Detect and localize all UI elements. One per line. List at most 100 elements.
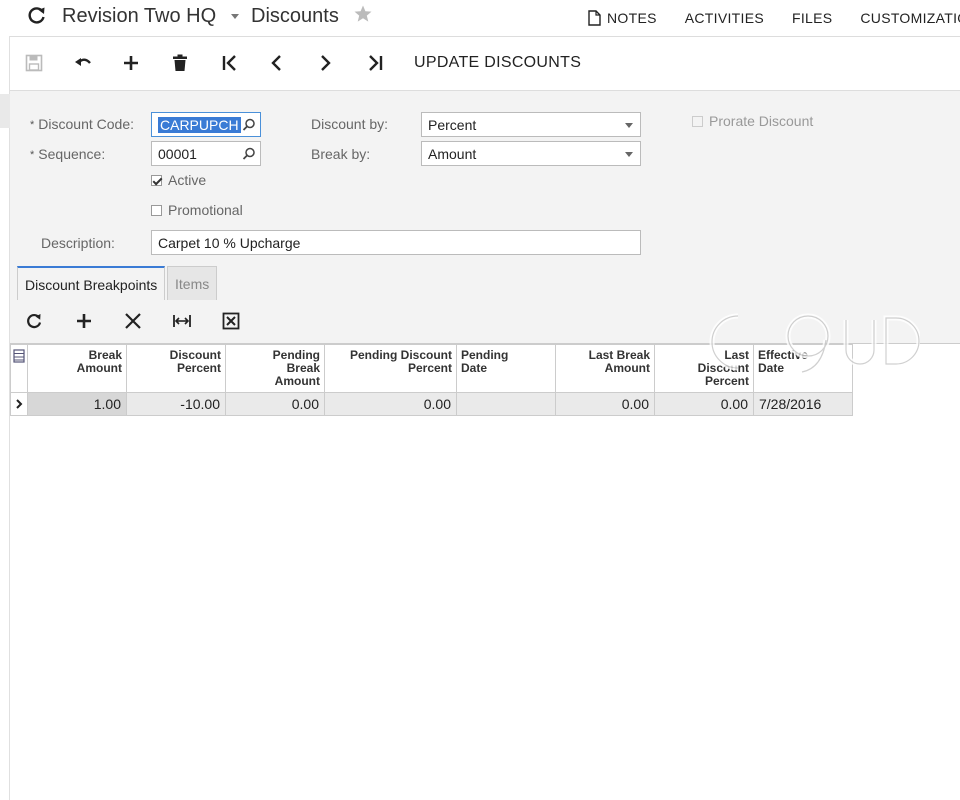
- cell-last-discount-percent[interactable]: 0.00: [654, 392, 754, 416]
- column-header-break-amount[interactable]: Break Amount: [27, 344, 127, 393]
- refresh-icon: [27, 313, 42, 329]
- activities-label: ACTIVITIES: [684, 10, 764, 26]
- discount-by-label: Discount by:: [311, 116, 389, 132]
- prorate-label: Prorate Discount: [709, 113, 814, 129]
- top-links: NOTES ACTIVITIES FILES CUSTOMIZATION: [588, 10, 960, 26]
- files-link[interactable]: FILES: [792, 10, 832, 26]
- search-icon[interactable]: [242, 147, 256, 161]
- update-discounts-button[interactable]: UPDATE DISCOUNTS: [414, 54, 581, 72]
- cell-last-break-amount[interactable]: 0.00: [555, 392, 655, 416]
- table-row[interactable]: 1.00 -10.00 0.00 0.00 0.00 0.00 7/28/201…: [10, 392, 853, 416]
- column-header-pending-discount-percent[interactable]: Pending Discount Percent: [324, 344, 457, 393]
- column-header-pending-break-amount[interactable]: Pending Break Amount: [225, 344, 325, 393]
- break-by-label: Break by:: [311, 146, 371, 162]
- notes-link[interactable]: NOTES: [588, 10, 657, 26]
- description-label: Description:: [41, 235, 115, 251]
- chevron-down-icon[interactable]: [625, 152, 633, 157]
- column-header-last-discount-percent[interactable]: Last Discount Percent: [654, 344, 754, 393]
- excel-icon: [222, 312, 240, 330]
- column-settings-icon: [13, 349, 25, 363]
- cell-pending-break-amount[interactable]: 0.00: [225, 392, 325, 416]
- fit-columns-button[interactable]: [171, 310, 193, 332]
- column-settings-header[interactable]: [10, 344, 28, 393]
- notes-label: NOTES: [607, 10, 657, 26]
- prorate-checkbox-box[interactable]: [692, 115, 703, 127]
- discount-code-label: * Discount Code:: [30, 116, 134, 132]
- page-title: Discounts: [251, 5, 339, 27]
- column-header-effective-date[interactable]: Effective Date: [753, 344, 853, 393]
- trash-icon: [173, 54, 187, 71]
- tab-discount-breakpoints[interactable]: Discount Breakpoints: [17, 266, 166, 300]
- customization-label: CUSTOMIZATION: [860, 10, 960, 26]
- files-label: FILES: [791, 10, 833, 26]
- cell-pending-discount-percent[interactable]: 0.00: [324, 392, 457, 416]
- description-field[interactable]: Carpet 10 % Upcharge: [151, 230, 641, 255]
- active-label: Active: [168, 172, 207, 188]
- row-selector[interactable]: [10, 392, 28, 416]
- export-excel-button[interactable]: [220, 310, 242, 332]
- screen-header: Revision Two HQ Discounts NOTES ACTIVITI…: [0, 0, 960, 36]
- search-icon[interactable]: [242, 118, 256, 132]
- prorate-discount-checkbox[interactable]: Prorate Discount: [692, 113, 813, 129]
- active-checkbox[interactable]: Active: [151, 172, 206, 188]
- discount-by-value: Percent: [428, 117, 477, 133]
- grid-header-row: Break Amount Discount Percent Pending Break…: [10, 344, 853, 393]
- chevron-left-icon: [271, 55, 281, 71]
- star-icon[interactable]: [353, 4, 373, 24]
- discount-form: * Discount Code: CARPUPCH * Sequence: 0000…: [10, 90, 960, 266]
- discount-code-value: CARPUPCH: [158, 117, 241, 133]
- customization-link[interactable]: CUSTOMIZATION: [860, 10, 960, 26]
- promotional-checkbox[interactable]: Promotional: [151, 202, 243, 218]
- save-icon: [25, 54, 43, 72]
- discount-code-field[interactable]: CARPUPCH: [151, 112, 261, 137]
- last-record-button[interactable]: [363, 51, 387, 75]
- tab-bar: Discount Breakpoints Items: [10, 266, 960, 300]
- column-header-pending-date[interactable]: Pending Date: [456, 344, 556, 393]
- discount-by-select[interactable]: Percent: [421, 112, 641, 137]
- next-record-button[interactable]: [313, 51, 337, 75]
- activities-link[interactable]: ACTIVITIES: [685, 10, 764, 26]
- promotional-checkbox-box[interactable]: [151, 204, 162, 216]
- plus-icon: [124, 56, 138, 70]
- chevron-right-icon: [321, 55, 331, 71]
- chevron-down-icon[interactable]: [231, 14, 239, 19]
- plus-icon: [77, 314, 91, 328]
- column-header-last-break-amount[interactable]: Last Break Amount: [555, 344, 655, 393]
- previous-record-button[interactable]: [265, 51, 289, 75]
- save-button[interactable]: [22, 51, 46, 75]
- company-selector[interactable]: Revision Two HQ: [62, 5, 216, 28]
- grid-toolbar: [10, 300, 960, 344]
- undo-button[interactable]: [71, 51, 95, 75]
- breakpoints-grid: Break Amount Discount Percent Pending Break…: [10, 344, 853, 416]
- last-record-icon: [369, 55, 383, 71]
- chevron-down-icon[interactable]: [625, 123, 633, 128]
- main-toolbar: UPDATE DISCOUNTS: [10, 36, 960, 90]
- chevron-right-icon: [16, 399, 23, 409]
- grid-refresh-button[interactable]: [23, 310, 45, 332]
- refresh-icon[interactable]: [27, 5, 47, 25]
- active-checkbox-box[interactable]: [151, 174, 162, 186]
- description-value: Carpet 10 % Upcharge: [158, 235, 301, 251]
- cell-break-amount[interactable]: 1.00: [27, 392, 127, 416]
- first-record-icon: [222, 55, 236, 71]
- cell-effective-date[interactable]: 7/28/2016: [753, 392, 853, 416]
- document-icon: [588, 10, 601, 26]
- close-icon: [125, 313, 141, 329]
- grid-add-button[interactable]: [73, 310, 95, 332]
- first-record-button[interactable]: [218, 51, 242, 75]
- cell-pending-date[interactable]: [456, 392, 556, 416]
- column-header-discount-percent[interactable]: Discount Percent: [126, 344, 226, 393]
- grid-delete-button[interactable]: [122, 310, 144, 332]
- add-button[interactable]: [119, 51, 143, 75]
- left-strip-marker: [0, 94, 10, 128]
- sequence-label: * Sequence:: [30, 146, 106, 162]
- promotional-label: Promotional: [168, 202, 243, 218]
- left-navigation-strip: [0, 36, 10, 800]
- undo-icon: [75, 58, 91, 66]
- fit-width-icon: [173, 315, 191, 327]
- cell-discount-percent[interactable]: -10.00: [126, 392, 226, 416]
- sequence-field[interactable]: 00001: [151, 141, 261, 166]
- break-by-select[interactable]: Amount: [421, 141, 641, 166]
- delete-button[interactable]: [168, 51, 192, 75]
- tab-items[interactable]: Items: [167, 266, 218, 300]
